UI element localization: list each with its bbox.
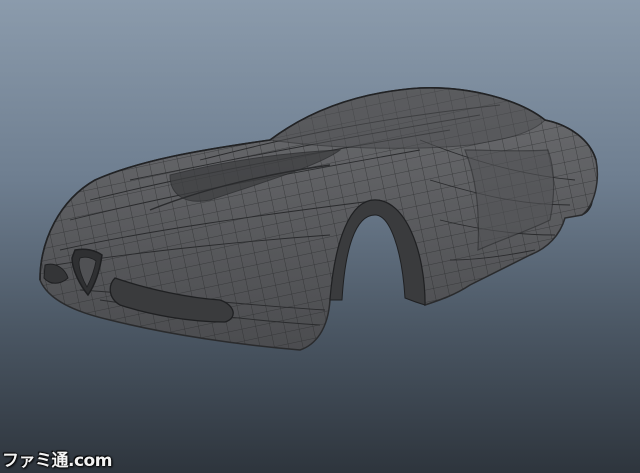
3d-viewport[interactable]: ファミ通.com	[0, 0, 640, 473]
car-model-render[interactable]	[0, 0, 640, 473]
watermark-logo: ファミ通.com	[2, 451, 112, 471]
wireframe-grid	[40, 87, 598, 350]
